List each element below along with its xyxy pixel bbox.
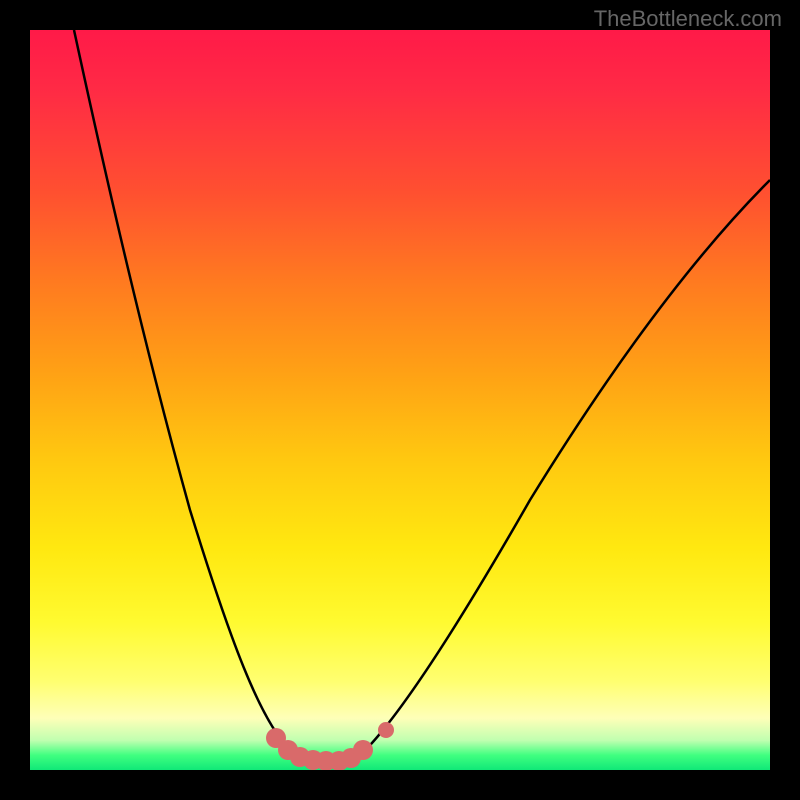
curve-overlay xyxy=(30,30,770,770)
plot-area xyxy=(30,30,770,770)
marker-dot xyxy=(353,740,373,760)
marker-dot xyxy=(378,722,394,738)
left-curve xyxy=(74,30,305,760)
watermark-text: TheBottleneck.com xyxy=(594,6,782,32)
right-curve xyxy=(355,180,770,760)
bottom-marker-group xyxy=(266,722,394,770)
